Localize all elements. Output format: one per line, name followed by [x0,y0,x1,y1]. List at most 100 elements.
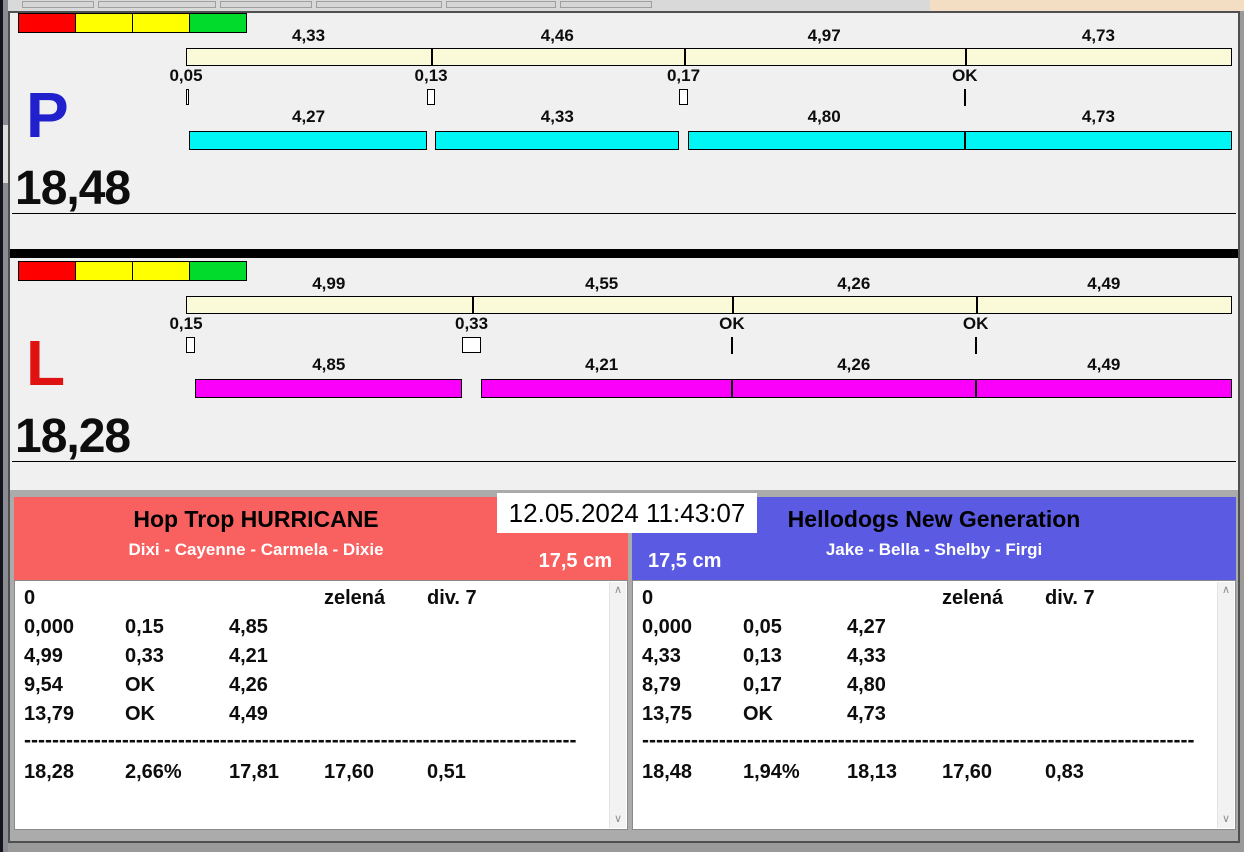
change-ok-tick [964,89,966,106]
split-time-label: 4,99 [312,275,345,292]
result-cell: 0,17 [743,671,847,700]
results-section: Hop Trop HURRICANE Dixi - Cayenne - Carm… [10,490,1238,841]
split-track [186,296,1232,314]
result-cell: zelená [942,584,1045,613]
result-cell: 0,15 [125,613,229,642]
result-cell: 0,000 [642,613,743,642]
scroll-down-icon[interactable]: ∨ [610,814,626,825]
background-toolbar-segment [220,1,312,8]
results-table[interactable]: 0zelenádiv. 70,0000,154,854,990,334,219,… [14,580,628,830]
traffic-light-box [132,261,190,281]
result-cell: 0 [642,584,743,613]
split-time-label: 4,33 [292,27,325,44]
result-cell [427,642,605,671]
result-cell [942,671,1045,700]
results-table[interactable]: 0zelenádiv. 70,0000,054,274,330,134,338,… [632,580,1236,830]
change-fault-label: OK [963,315,989,332]
scroll-down-icon[interactable]: ∨ [1218,814,1234,825]
result-cell [125,584,229,613]
change-fault-tick [186,89,189,105]
result-row: 4,990,334,21 [24,642,605,671]
traffic-light-box [132,13,190,33]
totals-row: 18,481,94%18,1317,600,83 [642,758,1213,787]
track-divider [684,49,686,65]
jump-height: 17,5 cm [648,550,721,573]
result-cell: OK [125,671,229,700]
net-time-label: 4,33 [541,108,574,125]
run-bar-segment [976,379,1232,398]
result-row: 0,0000,154,85 [24,613,605,642]
split-time-label: 4,26 [837,275,870,292]
results-rows: 0zelenádiv. 70,0000,154,854,990,334,219,… [24,584,605,787]
table-scrollbar[interactable]: ∧ ∨ [609,582,626,828]
result-cell [324,671,427,700]
result-cell: 8,79 [642,671,743,700]
split-time-label: 4,46 [541,27,574,44]
lane-divider [10,249,1238,258]
change-fault-label: 0,05 [169,67,202,84]
totals-cell: 0,83 [1045,758,1213,787]
jump-height: 17,5 cm [539,550,612,573]
results-separator: ----------------------------------------… [642,729,1198,755]
traffic-light-box [18,13,76,33]
timestamp: 12.05.2024 11:43:07 [497,493,757,533]
run-bar-segment [688,131,964,150]
result-cell: 4,49 [229,700,324,729]
change-fault-tick [462,337,481,353]
change-ok-tick [975,337,977,354]
lane-panel-l: L 18,28 4,994,554,264,490,150,33OKOK4,85… [10,261,1238,495]
result-cell [427,671,605,700]
traffic-light-box [75,13,133,33]
scoreboard-window: P 18,48 4,334,464,974,730,050,130,17OK4,… [8,11,1240,843]
result-cell [324,642,427,671]
lane-letter: L [26,331,65,395]
lane-bar-zone: 4,334,464,974,730,050,130,17OK4,274,334,… [186,27,1232,157]
background-scrollbar[interactable] [0,0,8,852]
change-fault-label: 0,13 [415,67,448,84]
change-fault-tick [679,89,689,105]
totals-cell: 18,28 [24,758,125,787]
lane-total-time: 18,28 [15,413,130,461]
background-toolbar-segment [22,1,94,8]
table-scrollbar[interactable]: ∧ ∨ [1217,582,1234,828]
net-time-label: 4,27 [292,108,325,125]
net-time-label: 4,73 [1082,108,1115,125]
track-divider [431,49,433,65]
change-fault-label: OK [719,315,745,332]
background-toolbar-segment [316,1,442,8]
team-panel-right: Hellodogs New Generation Jake - Bella - … [632,497,1236,830]
change-fault-label: 0,15 [169,315,202,332]
result-cell: 4,80 [847,671,942,700]
team-dogs: Dixi - Cayenne - Carmela - Dixie [14,540,628,560]
result-cell: 13,79 [24,700,125,729]
track-divider [965,49,967,65]
scroll-up-icon[interactable]: ∧ [610,585,626,596]
net-time-label: 4,80 [808,108,841,125]
run-bar-segment [965,131,1232,150]
scroll-up-icon[interactable]: ∧ [1218,585,1234,596]
result-row: 13,79OK4,49 [24,700,605,729]
split-track [186,48,1232,66]
totals-row: 18,282,66%17,8117,600,51 [24,758,605,787]
result-row: 4,330,134,33 [642,642,1213,671]
result-cell: 4,33 [847,642,942,671]
result-cell: div. 7 [1045,584,1213,613]
result-cell: 4,26 [229,671,324,700]
run-bar-segment [189,131,427,150]
totals-cell: 17,60 [942,758,1045,787]
split-time-label: 4,73 [1082,27,1115,44]
totals-cell: 0,51 [427,758,605,787]
result-cell [427,700,605,729]
run-bar-segment [481,379,732,398]
totals-cell: 17,81 [229,758,324,787]
result-cell: OK [125,700,229,729]
lane-underline [12,461,1236,462]
background-toolbar-strip [8,0,930,11]
result-cell: div. 7 [427,584,605,613]
lane-bar-zone: 4,994,554,264,490,150,33OKOK4,854,214,26… [186,275,1232,405]
background-toolbar-segment [560,1,652,8]
result-row: 0 zelenádiv. 7 [642,584,1213,613]
result-cell: zelená [324,584,427,613]
result-cell [942,700,1045,729]
totals-cell: 17,60 [324,758,427,787]
